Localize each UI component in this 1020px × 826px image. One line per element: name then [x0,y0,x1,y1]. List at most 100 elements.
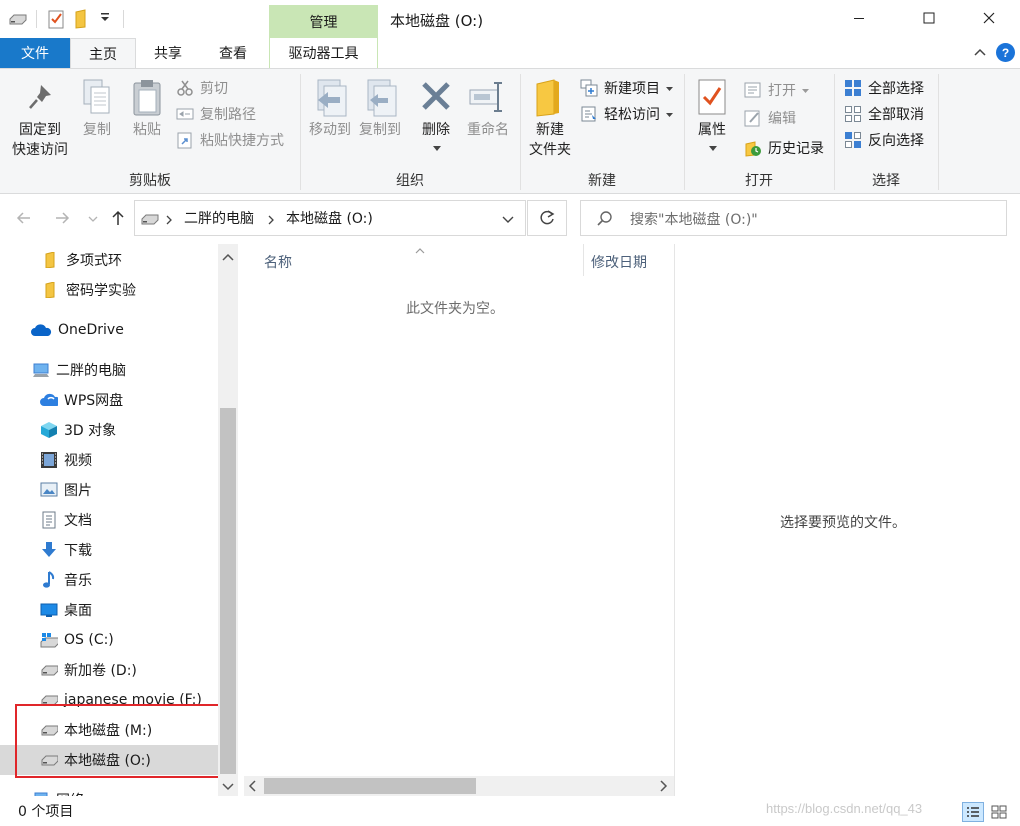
breadcrumb-separator-icon [164,213,174,229]
nav-item-label: 桌面 [64,603,92,619]
folder-icon [42,251,60,269]
sort-indicator-icon [415,243,425,259]
nav-item-drive-c[interactable]: OS (C:) [0,625,218,655]
edit-icon [744,109,762,127]
back-button[interactable] [14,208,34,232]
music-icon [40,571,58,589]
help-icon[interactable]: ? [996,43,1015,62]
nav-item-network[interactable]: 网络 [0,785,218,796]
select-all-button[interactable]: 全部选择 [844,78,924,98]
select-none-label: 全部取消 [868,107,924,123]
up-button[interactable] [108,208,128,232]
nav-scroll-thumb[interactable] [220,408,236,774]
delete-button[interactable]: 删除 [414,120,458,140]
paste-icon [132,78,164,118]
delete-dropdown-icon[interactable] [433,140,441,156]
nav-item-wps-cloud[interactable]: WPS网盘 [0,385,218,415]
customize-quick-access-icon[interactable] [98,10,112,24]
pin-to-quick-access-button[interactable]: 固定到 快速访问 [4,120,76,160]
large-icons-view-button[interactable] [988,802,1010,822]
nav-item-label: 多项式环 [66,253,122,269]
collapse-ribbon-icon[interactable] [972,44,988,64]
select-all-label: 全部选择 [868,81,924,97]
nav-item-documents[interactable]: 文档 [0,505,218,535]
select-none-icon [844,105,862,123]
properties-quick-icon[interactable] [48,9,66,29]
title-separator [36,10,37,28]
column-divider[interactable] [583,244,584,276]
hscroll-right-icon[interactable] [658,780,668,796]
cube-icon [40,421,58,439]
copy-to-button[interactable]: 复制到 [354,120,406,140]
picture-icon [40,481,58,499]
tab-file[interactable]: 文件 [0,38,70,68]
breadcrumb-separator-icon [266,213,276,229]
nav-item-label: OneDrive [58,322,124,338]
preview-divider[interactable] [674,244,675,796]
context-tab-manage[interactable]: 管理 [269,5,378,38]
recent-locations-chevron-icon[interactable] [88,212,98,228]
edit-button[interactable]: 编辑 [744,108,796,128]
copy-path-button[interactable]: 复制路径 [176,104,256,124]
delete-icon [420,80,452,112]
details-view-button[interactable] [962,802,984,822]
nav-item-label: 二胖的电脑 [56,363,126,379]
group-separator [938,74,939,190]
minimize-button[interactable] [836,0,882,36]
paste-shortcut-button[interactable]: 粘贴快捷方式 [176,130,284,150]
open-button[interactable]: 打开 [744,80,809,100]
nav-item-onedrive[interactable]: OneDrive [0,315,218,345]
move-to-button[interactable]: 移动到 [304,120,356,140]
nav-item-polynomial-ring[interactable]: 多项式环 [0,245,218,275]
nav-item-crypto-lab[interactable]: 密码学实验 [0,275,218,305]
breadcrumb-computer[interactable]: 二胖的电脑 [184,208,254,228]
tab-share[interactable]: 共享 [136,38,200,68]
tab-home[interactable]: 主页 [70,38,136,69]
history-button[interactable]: 历史记录 [744,138,824,158]
invert-selection-button[interactable]: 反向选择 [844,130,924,150]
nav-item-videos[interactable]: 视频 [0,445,218,475]
address-history-chevron-icon[interactable] [502,213,514,229]
column-header-name[interactable]: 名称 [264,252,292,272]
nav-scroll-up-icon[interactable] [222,250,234,266]
nav-item-this-pc[interactable]: 二胖的电脑 [0,355,218,385]
new-folder-button[interactable]: 新建 文件夹 [524,120,576,160]
refresh-button[interactable] [527,200,567,236]
breadcrumb-drive[interactable]: 本地磁盘 (O:) [286,208,373,228]
copy-button[interactable]: 复制 [76,120,118,140]
nav-scroll-down-icon[interactable] [222,780,234,796]
rename-button[interactable]: 重命名 [462,120,514,140]
history-icon [744,139,762,157]
forward-button[interactable] [52,208,72,232]
nav-item-downloads[interactable]: 下载 [0,535,218,565]
close-button[interactable] [966,0,1012,36]
group-title-new: 新建 [588,173,616,189]
nav-item-drive-d[interactable]: 新加卷 (D:) [0,655,218,685]
nav-item-pictures[interactable]: 图片 [0,475,218,505]
invert-selection-label: 反向选择 [868,133,924,149]
drive-icon [8,12,28,26]
cut-label: 剪切 [200,81,228,97]
select-none-button[interactable]: 全部取消 [844,104,924,124]
search-icon [596,210,614,232]
pin-label-1: 固定到 [19,122,61,138]
tab-view[interactable]: 查看 [200,38,266,68]
wps-cloud-icon [40,391,58,409]
cut-button[interactable]: 剪切 [176,78,228,98]
nav-item-desktop[interactable]: 桌面 [0,595,218,625]
desktop-icon [40,601,58,619]
easy-access-button[interactable]: 轻松访问 [580,104,673,124]
column-header-date[interactable]: 修改日期 [591,252,647,272]
hscroll-left-icon[interactable] [248,780,258,796]
tab-drive-tools[interactable]: 驱动器工具 [269,38,378,68]
hscroll-thumb[interactable] [264,778,476,794]
nav-item-music[interactable]: 音乐 [0,565,218,595]
paste-button[interactable]: 粘贴 [126,120,168,140]
window-title: 本地磁盘 (O:) [390,12,484,30]
new-item-button[interactable]: 新建项目 [580,78,673,98]
nav-item-3d-objects[interactable]: 3D 对象 [0,415,218,445]
properties-dropdown-icon[interactable] [709,140,717,156]
maximize-button[interactable] [906,0,952,36]
properties-button[interactable]: 属性 [690,120,734,140]
new-folder-quick-icon[interactable] [74,9,90,29]
